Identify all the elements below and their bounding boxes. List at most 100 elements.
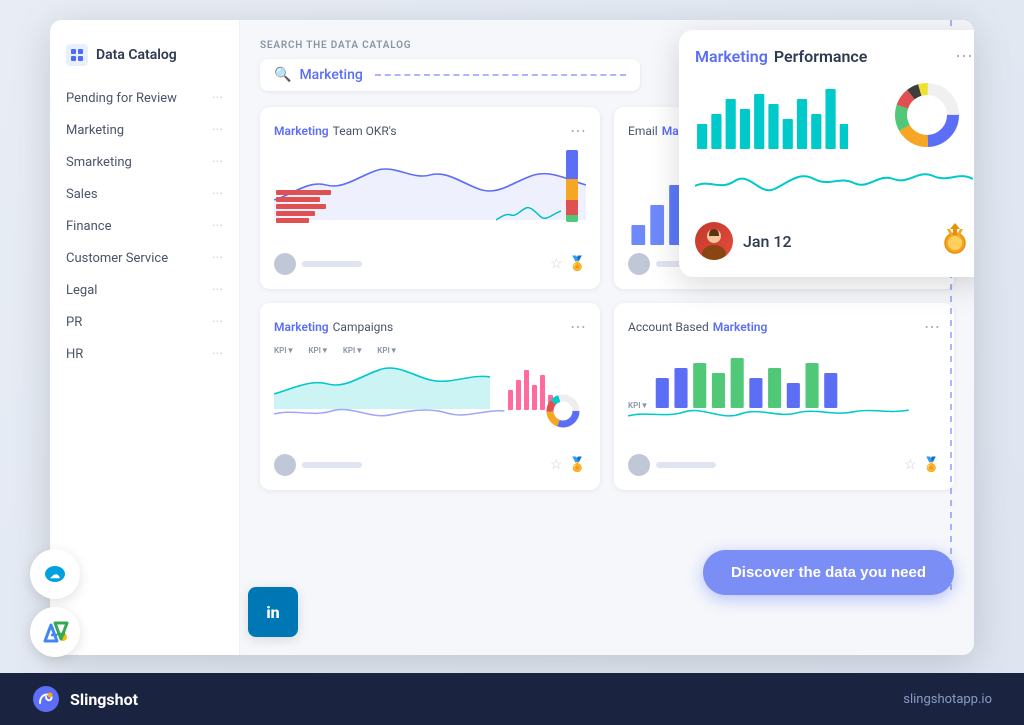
sidebar-item-dots: ··· [212, 218, 223, 234]
sidebar-title: Data Catalog [96, 47, 177, 63]
star-icon[interactable]: ☆ [550, 457, 563, 473]
floating-title-rest: Performance [774, 47, 868, 66]
card-footer: ☆ 🏅 [274, 454, 586, 476]
mini-line-chart [496, 205, 561, 227]
google-ads-logo [30, 607, 80, 657]
medal-icon: 🏅 [923, 457, 940, 473]
salesforce-logo: ☁ [30, 549, 80, 599]
sidebar-item-sales[interactable]: Sales ··· [50, 178, 239, 210]
floating-card-header: Marketing Performance ⋯ [695, 46, 973, 67]
sidebar-item-pr[interactable]: PR ··· [50, 306, 239, 338]
color-bar [566, 150, 578, 222]
card-username [302, 261, 362, 267]
red-bars [276, 190, 331, 223]
card-avatar [274, 253, 296, 275]
chart-campaigns: KPI▼ KPI▼ KPI▼ KPI▼ [274, 346, 586, 446]
slingshot-icon [32, 685, 60, 713]
app-window: Data Catalog Pending for Review ··· Mark… [50, 20, 974, 655]
sidebar-item-hr[interactable]: HR ··· [50, 338, 239, 370]
floating-chart-area [695, 79, 973, 209]
sidebar-item-legal[interactable]: Legal ··· [50, 274, 239, 306]
medal-icon: 🏅 [569, 457, 586, 473]
card-title: Marketing Campaigns [274, 320, 393, 334]
floating-award-icon [937, 221, 973, 261]
main-content: SEARCH THE DATA CATALOG 🔍 Marketing Mark… [240, 20, 974, 655]
svg-text:☁: ☁ [50, 570, 60, 581]
card-username [302, 462, 362, 468]
card-username [656, 462, 716, 468]
linkedin-logo: in [248, 587, 298, 637]
sidebar-item-smarketing[interactable]: Smarketing ··· [50, 146, 239, 178]
card-marketing-okr: Marketing Team OKR's ⋯ [260, 107, 600, 289]
card-account-based: Account Based Marketing ⋯ KPI▼ [614, 303, 954, 490]
star-icon[interactable]: ☆ [550, 256, 563, 272]
kpi-labels: KPI▼ KPI▼ KPI▼ KPI▼ [274, 346, 586, 355]
sidebar-item-marketing[interactable]: Marketing ··· [50, 114, 239, 146]
floating-performance-card: Marketing Performance ⋯ [679, 30, 974, 277]
card-action-icons: ☆ 🏅 [904, 457, 940, 473]
kpi-label: KPI▼ [377, 346, 397, 355]
cta-button[interactable]: Discover the data you need [703, 550, 954, 595]
brand-name: Slingshot [70, 690, 138, 709]
card-action-icons: ☆ 🏅 [550, 457, 586, 473]
app-logos: ☁ [30, 549, 80, 657]
medal-icon: 🏅 [569, 256, 586, 272]
floating-bar-chart [695, 79, 848, 149]
sidebar-item-dots: ··· [212, 154, 223, 170]
search-dashes [375, 74, 626, 76]
card-marketing-campaigns: Marketing Campaigns ⋯ KPI▼ KPI▼ KPI▼ KPI… [260, 303, 600, 490]
sidebar-item-dots: ··· [212, 122, 223, 138]
sidebar-item-finance[interactable]: Finance ··· [50, 210, 239, 242]
sidebar-item-dots: ··· [212, 250, 223, 266]
kpi-label: KPI▼ [274, 346, 294, 355]
card-menu-button[interactable]: ⋯ [570, 121, 586, 140]
card-action-icons: ☆ 🏅 [550, 256, 586, 272]
data-catalog-icon [66, 44, 88, 66]
card-footer: ☆ 🏅 [628, 454, 940, 476]
main-wrapper: Data Catalog Pending for Review ··· Mark… [0, 0, 1024, 725]
card-avatar [628, 454, 650, 476]
slingshot-logo: Slingshot [32, 685, 138, 713]
sidebar-item-dots: ··· [212, 282, 223, 298]
bottom-bar: Slingshot slingshotapp.io [0, 673, 1024, 725]
card-header: Marketing Team OKR's ⋯ [274, 121, 586, 140]
small-donut [544, 392, 582, 430]
sidebar-item-pending[interactable]: Pending for Review ··· [50, 82, 239, 114]
card-user-info [628, 454, 716, 476]
card-header: Marketing Campaigns ⋯ [274, 317, 586, 336]
floating-avatar [695, 222, 733, 260]
search-bar[interactable]: 🔍 Marketing [260, 59, 640, 91]
card-menu-button[interactable]: ⋯ [924, 317, 940, 336]
card-footer: ☆ 🏅 [274, 253, 586, 275]
sidebar-item-dots: ··· [212, 186, 223, 202]
bottom-wave2 [628, 396, 909, 424]
kpi-label: KPI▼ [308, 346, 328, 355]
floating-date: Jan 12 [743, 232, 792, 251]
sidebar-item-customer-service[interactable]: Customer Service ··· [50, 242, 239, 274]
search-query: Marketing [299, 67, 362, 83]
floating-footer: Jan 12 [695, 221, 973, 261]
card-title: Marketing Team OKR's [274, 124, 397, 138]
bottom-wave [274, 399, 524, 424]
sidebar-item-dots: ··· [212, 314, 223, 330]
sidebar-item-dots: ··· [212, 346, 223, 362]
search-icon: 🔍 [274, 67, 291, 83]
card-avatar [274, 454, 296, 476]
card-user-info [274, 253, 362, 275]
chart-account: KPI▼ [628, 346, 940, 446]
card-menu-button[interactable]: ⋯ [570, 317, 586, 336]
floating-card-menu-button[interactable]: ⋯ [955, 46, 973, 67]
kpi-label: KPI▼ [343, 346, 363, 355]
sidebar-item-dots: ··· [212, 90, 223, 106]
app-url: slingshotapp.io [903, 692, 992, 707]
floating-donut-chart [891, 79, 963, 151]
card-avatar [628, 253, 650, 275]
card-title: Account Based Marketing [628, 320, 767, 334]
floating-wave-chart [695, 151, 973, 209]
sidebar-header: Data Catalog [50, 36, 239, 82]
star-icon[interactable]: ☆ [904, 457, 917, 473]
floating-title-highlight: Marketing [695, 47, 768, 66]
floating-card-title: Marketing Performance [695, 47, 867, 66]
chart-okr [274, 150, 586, 245]
floating-user-info: Jan 12 [695, 222, 792, 260]
